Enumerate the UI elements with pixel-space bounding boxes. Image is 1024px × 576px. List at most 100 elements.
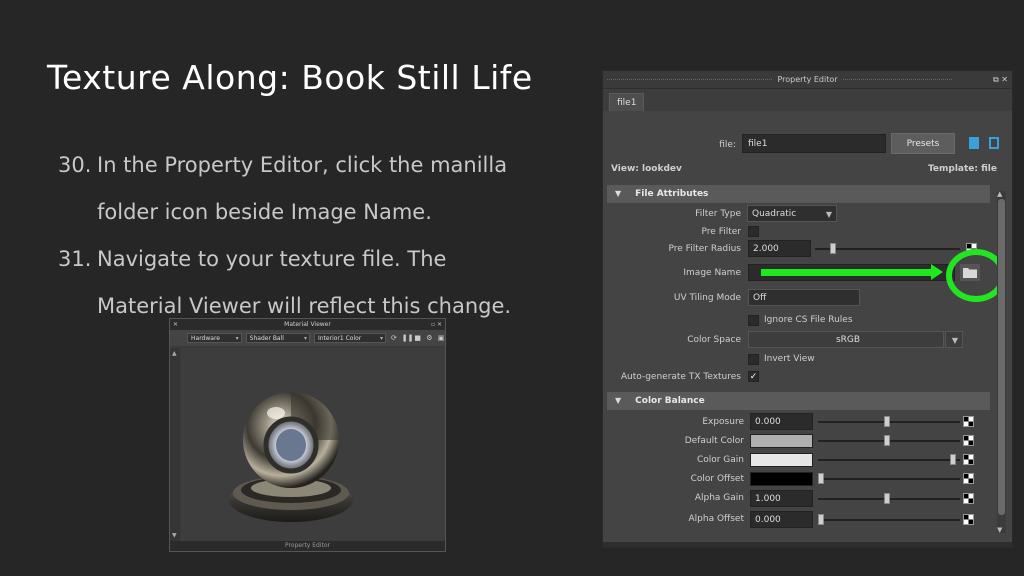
alpha-offset-input[interactable]: 0.000 [750, 511, 813, 528]
color-offset-swatch[interactable] [750, 472, 813, 486]
viewer-scrollbar[interactable]: ▲ ▼ [170, 348, 180, 541]
property-editor-window: Property Editor ⧉ ✕ file1 file: file1 Pr… [602, 70, 1013, 548]
collapse-triangle-icon[interactable]: ▼ [615, 396, 621, 405]
environment-dropdown[interactable]: Interior1 Color [313, 333, 387, 344]
view-label: View: lookdev [611, 164, 682, 174]
exposure-input[interactable]: 0.000 [750, 413, 813, 430]
window-buttons[interactable]: ⧉ ✕ [993, 71, 1008, 89]
settings-icon[interactable]: ⚙ [426, 334, 434, 342]
section-title: File Attributes [635, 189, 709, 199]
scroll-thumb[interactable] [998, 199, 1005, 515]
collapse-triangle-icon[interactable]: ▼ [615, 189, 621, 198]
property-editor-titlebar: Property Editor ⧉ ✕ [603, 71, 1012, 89]
property-editor-title: Property Editor [773, 75, 842, 84]
ignore-cs-file-rules-checkbox[interactable] [748, 315, 759, 326]
step-number: 31. [58, 247, 92, 271]
invert-view-checkbox[interactable] [748, 354, 759, 365]
chevron-down-icon: ▼ [825, 210, 832, 219]
pre-filter-radius-input[interactable]: 2.000 [748, 240, 811, 257]
stop-icon[interactable]: ■ [414, 334, 422, 342]
material-preview-viewport[interactable] [181, 348, 445, 541]
color-space-label: Color Space [687, 335, 741, 345]
color-offset-label: Color Offset [690, 474, 744, 484]
pre-filter-radius-slider[interactable] [815, 248, 960, 250]
material-viewer-window: ✕ Material Viewer ▫ ✕ Hardware Shader Ba… [169, 318, 446, 552]
float-tab-icon[interactable] [989, 137, 999, 149]
window-buttons[interactable]: ▫ ✕ [431, 319, 442, 330]
color-space-dropdown[interactable]: sRGB [748, 331, 944, 348]
exposure-label: Exposure [702, 417, 744, 427]
filter-type-dropdown[interactable]: Quadratic ▼ [747, 205, 837, 222]
color-gain-slider[interactable] [818, 459, 960, 461]
slide-title: Texture Along: Book Still Life [47, 58, 533, 97]
refresh-icon[interactable]: ⟳ [390, 334, 398, 342]
section-title: Color Balance [635, 396, 705, 406]
close-icon[interactable]: ✕ [173, 319, 178, 330]
file-node-label: file: [719, 140, 736, 150]
material-viewer-toolbar: Hardware Shader Ball Interior1 Color ⟳ ❚… [170, 330, 445, 346]
slider-handle[interactable] [818, 514, 824, 525]
slider-handle[interactable] [950, 454, 956, 465]
slider-handle[interactable] [884, 493, 890, 504]
alpha-offset-slider[interactable] [818, 519, 960, 521]
shader-ball-dropdown[interactable]: Shader Ball [245, 333, 310, 344]
file-node-name-field[interactable]: file1 [742, 134, 886, 153]
step-text-line1: Navigate to your texture file. The [97, 247, 447, 271]
slider-handle[interactable] [830, 243, 836, 254]
map-button-icon[interactable] [963, 493, 974, 504]
filter-type-value: Quadratic [752, 209, 797, 219]
uv-tiling-mode-label: UV Tiling Mode [673, 293, 741, 303]
slider-handle[interactable] [884, 435, 890, 446]
renderer-dropdown[interactable]: Hardware [187, 333, 242, 344]
annotation-arrow [761, 269, 933, 276]
alpha-gain-input[interactable]: 1.000 [750, 490, 813, 507]
scroll-down-icon[interactable]: ▼ [997, 526, 1002, 534]
map-button-icon[interactable] [963, 435, 974, 446]
template-label: Template: file [927, 164, 997, 174]
invert-view-label: Invert View [764, 354, 815, 364]
map-button-icon[interactable] [963, 454, 974, 465]
tab-file1[interactable]: file1 [609, 93, 645, 111]
file-attributes-section-header[interactable]: ▼ File Attributes [607, 185, 990, 203]
window-bottom-edge [603, 542, 1012, 547]
scroll-up-icon[interactable]: ▲ [997, 190, 1002, 198]
scroll-up-icon[interactable]: ▲ [172, 350, 177, 357]
step-text-line2: folder icon beside Image Name. [97, 200, 432, 224]
presets-button[interactable]: Presets [891, 133, 955, 154]
material-viewer-title: Material Viewer [284, 321, 331, 328]
auto-generate-tx-checkbox[interactable]: ✓ [748, 371, 759, 382]
property-editor-scrollbar[interactable]: ▲ ▼ [997, 190, 1006, 534]
alpha-offset-label: Alpha Offset [688, 514, 745, 524]
material-viewer-titlebar: ✕ Material Viewer ▫ ✕ [170, 319, 445, 330]
filter-type-label: Filter Type [695, 209, 741, 219]
annotation-arrow-head [931, 264, 943, 280]
pre-filter-checkbox[interactable] [748, 226, 759, 237]
pre-filter-radius-label: Pre Filter Radius [668, 244, 742, 254]
map-button-icon[interactable] [963, 416, 974, 427]
alpha-gain-label: Alpha Gain [694, 493, 744, 503]
scroll-down-icon[interactable]: ▼ [172, 532, 177, 539]
property-editor-tab-bottom: Property Editor [170, 541, 445, 551]
color-space-arrow-button[interactable]: ▼ [945, 331, 963, 348]
color-balance-section-header[interactable]: ▼ Color Balance [607, 392, 990, 410]
node-tab-bar: file1 [603, 89, 1012, 111]
default-color-swatch[interactable] [750, 434, 813, 448]
shader-ball-preview [229, 392, 353, 522]
uv-tiling-mode-dropdown[interactable]: Off [748, 289, 860, 306]
slider-handle[interactable] [884, 416, 890, 427]
chevron-down-icon: ▼ [951, 336, 958, 345]
map-button-icon[interactable] [963, 514, 974, 525]
pause-icon[interactable]: ❚❚ [402, 334, 414, 342]
copy-tab-icon[interactable] [969, 137, 979, 149]
color-gain-label: Color Gain [696, 455, 744, 465]
default-color-label: Default Color [684, 436, 744, 446]
color-space-value: sRGB [835, 335, 861, 345]
map-button-icon[interactable] [963, 473, 974, 484]
snapshot-icon[interactable]: ▣ [437, 334, 445, 342]
step-number: 30. [58, 153, 92, 177]
slider-handle[interactable] [818, 473, 824, 484]
step-text-line1: In the Property Editor, click the manill… [97, 153, 508, 177]
auto-generate-tx-label: Auto-generate TX Textures [620, 372, 741, 382]
color-offset-slider[interactable] [818, 478, 960, 480]
color-gain-swatch[interactable] [750, 453, 813, 467]
